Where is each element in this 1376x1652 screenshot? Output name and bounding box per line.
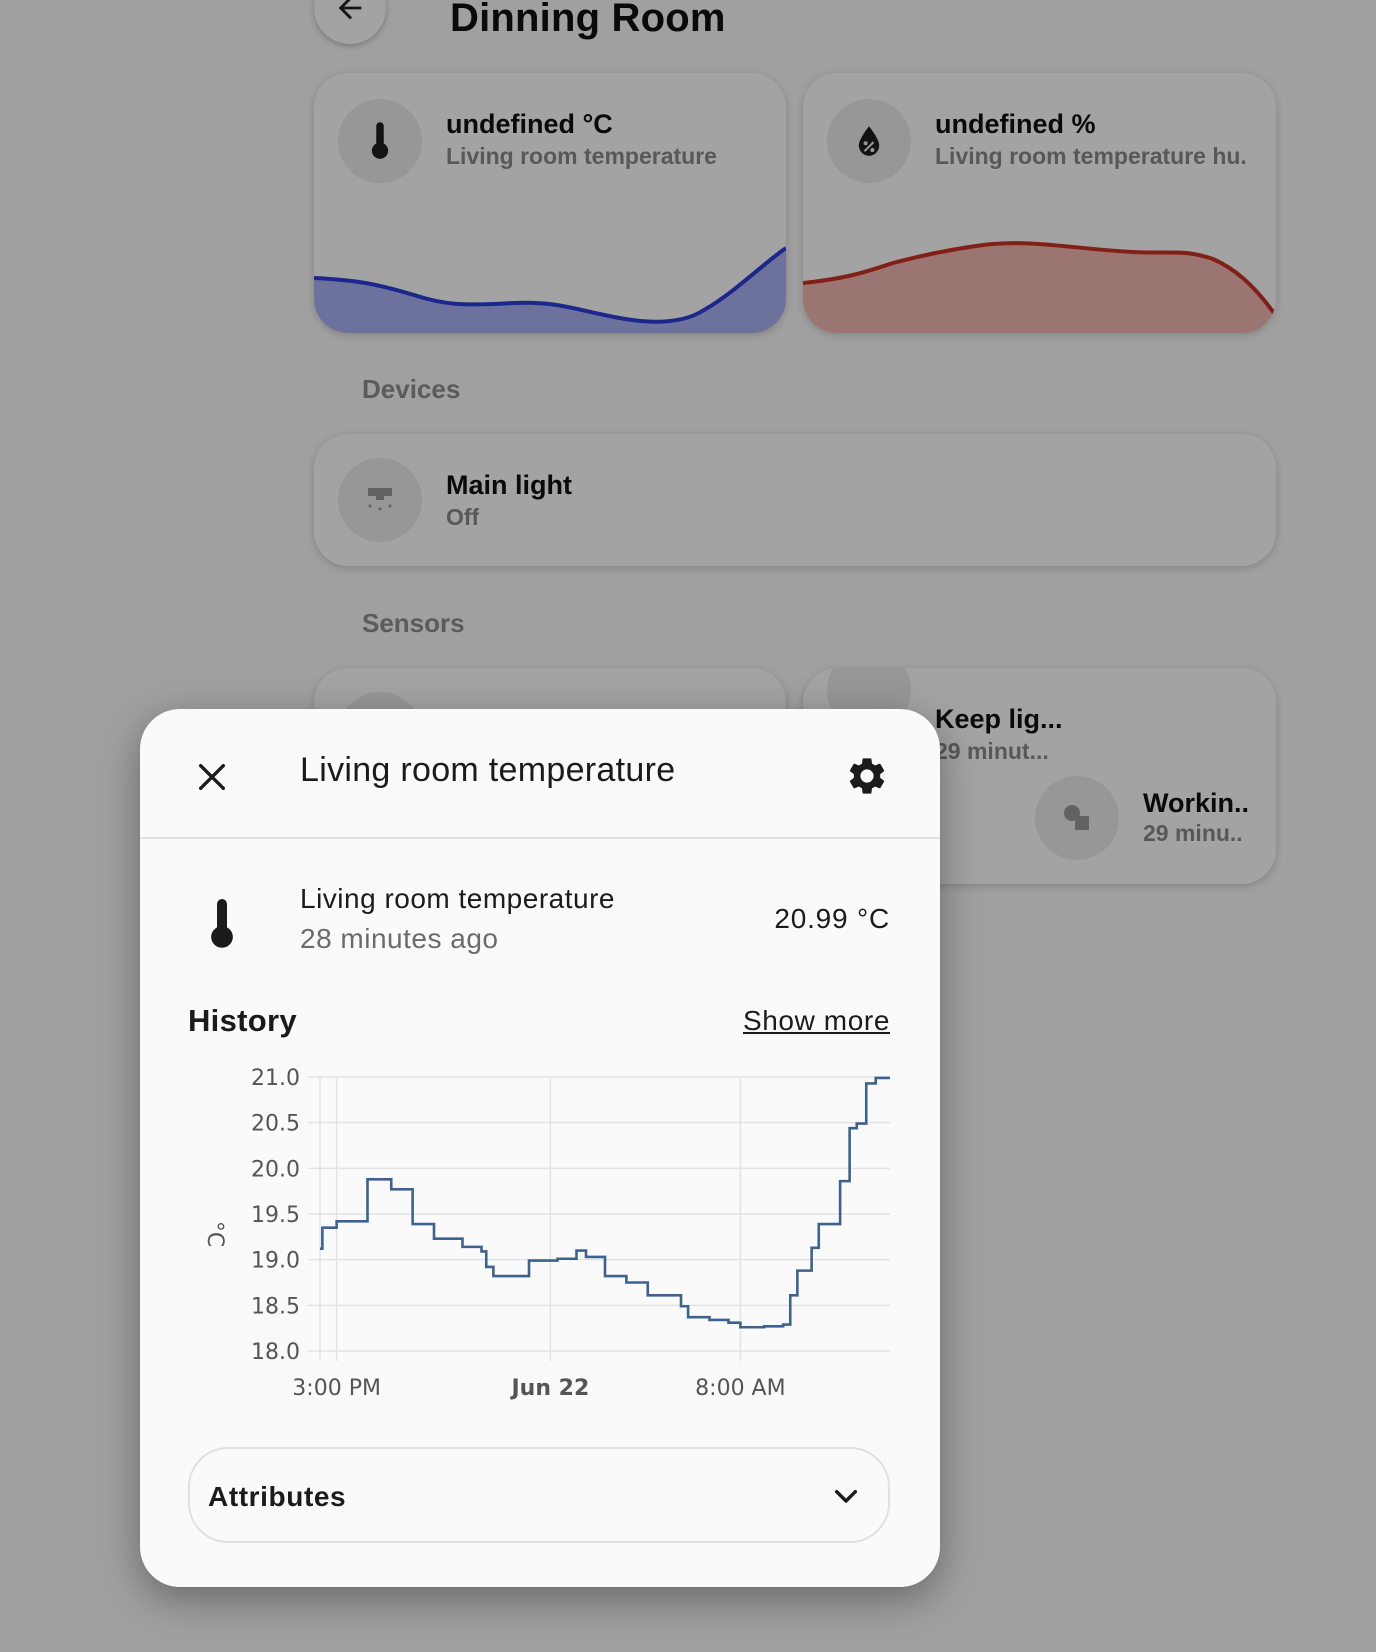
chart-y-axis-label: °C — [202, 1221, 227, 1247]
dialog-title: Living room temperature — [300, 751, 676, 789]
y-tick-label: 19.0 — [251, 1249, 300, 1274]
dialog-header: Living room temperature — [140, 709, 940, 839]
y-tick-label: 21.0 — [251, 1066, 300, 1091]
entity-name: Living room temperature — [300, 883, 615, 914]
chart-grid — [308, 1076, 890, 1361]
y-tick-label: 20.5 — [251, 1112, 300, 1137]
chevron-down-icon — [834, 1489, 858, 1503]
y-tick-label: 18.0 — [251, 1340, 300, 1365]
entity-state-value: 20.99 °C — [774, 903, 890, 934]
chart-series — [320, 1076, 890, 1329]
attributes-label: Attributes — [208, 1481, 347, 1512]
chart-y-ticks: 21.0 20.5 20.0 19.5 19.0 18.5 18.0 — [251, 1066, 300, 1365]
chart-x-ticks: 3:00 PM Jun 22 8:00 AM — [292, 1376, 785, 1401]
close-button[interactable] — [190, 755, 234, 799]
history-chart[interactable]: 21.0 20.5 20.0 19.5 19.0 18.5 18.0 3:00 PM Jun … — [180, 1059, 910, 1409]
more-info-dialog: Living room temperature Living room temp… — [140, 709, 940, 1587]
x-tick-label: 3:00 PM — [292, 1376, 381, 1401]
y-tick-label: 18.5 — [251, 1294, 300, 1319]
attributes-expander[interactable]: Attributes — [188, 1447, 890, 1543]
thermometer-icon — [211, 899, 233, 948]
x-tick-label: Jun 22 — [509, 1376, 589, 1401]
settings-button[interactable] — [842, 751, 892, 801]
y-tick-label: 19.5 — [251, 1203, 300, 1228]
entity-last-changed[interactable]: 28 minutes ago — [300, 923, 498, 955]
y-tick-label: 20.0 — [251, 1157, 300, 1182]
show-more-link[interactable]: Show more — [743, 1005, 890, 1037]
x-tick-label: 8:00 AM — [695, 1376, 785, 1401]
close-icon — [198, 763, 226, 791]
gear-icon — [849, 758, 885, 794]
history-title: History — [188, 1003, 297, 1038]
series-line-0 — [320, 1076, 890, 1329]
